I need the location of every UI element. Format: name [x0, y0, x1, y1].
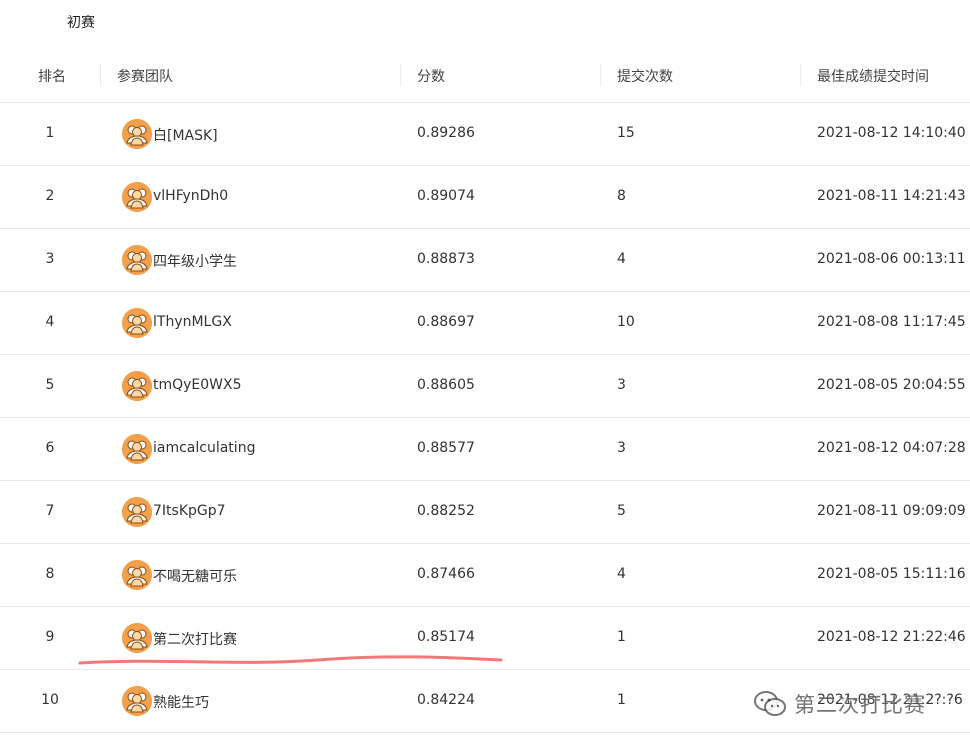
team-avatar — [122, 434, 152, 464]
team-name[interactable]: 白[MASK] — [153, 125, 218, 145]
score-cell: 0.88873 — [417, 251, 475, 267]
best-time-cell: 2021-08-12 04:07:28 — [817, 440, 966, 456]
table-row: 3 四年级小学生 0.88873 4 2021-08-06 00:13:11 — [0, 229, 970, 292]
column-divider — [400, 64, 401, 86]
table-row: 5 tmQyE0WX5 0.88605 3 2021-08-05 20:04:5… — [0, 355, 970, 418]
team-name[interactable]: 7ItsKpGp7 — [153, 503, 226, 519]
leaderboard-table: 排名 参赛团队 分数 提交次数 最佳成绩提交时间 1 白[MASK] 0.892… — [0, 50, 970, 733]
submissions-cell: 8 — [617, 188, 626, 204]
rank-cell: 10 — [41, 692, 59, 708]
best-time-cell: 2021-08-12 14:10:40 — [817, 125, 966, 141]
submissions-cell: 5 — [617, 503, 626, 519]
table-row: 7 7ItsKpGp7 0.88252 5 2021-08-11 09:09:0… — [0, 481, 970, 544]
watermark-text: 第二次打比赛 — [794, 693, 926, 717]
team-name[interactable]: tmQyE0WX5 — [153, 377, 242, 393]
score-cell: 0.89074 — [417, 188, 475, 204]
table-header: 排名 参赛团队 分数 提交次数 最佳成绩提交时间 — [0, 50, 970, 103]
submissions-cell: 1 — [617, 692, 626, 708]
submissions-cell: 3 — [617, 440, 626, 456]
rank-cell: 1 — [45, 125, 55, 141]
team-avatar — [122, 119, 152, 149]
user-group-icon — [122, 182, 152, 212]
user-group-icon — [122, 686, 152, 716]
user-group-icon — [122, 560, 152, 590]
team-avatar — [122, 245, 152, 275]
team-avatar — [122, 560, 152, 590]
submissions-cell: 4 — [617, 566, 626, 582]
column-header-team: 参赛团队 — [117, 69, 173, 85]
wechat-icon — [754, 691, 786, 716]
table-row: 8 不喝无糖可乐 0.87466 4 2021-08-05 15:11:16 — [0, 544, 970, 607]
best-time-cell: 2021-08-11 14:21:43 — [817, 188, 966, 204]
column-header-score: 分数 — [417, 69, 445, 85]
score-cell: 0.87466 — [417, 566, 475, 582]
submissions-cell: 10 — [617, 314, 635, 330]
table-body: 1 白[MASK] 0.89286 15 2021-08-12 14:10:40… — [0, 103, 970, 733]
submissions-cell: 1 — [617, 629, 626, 645]
best-time-cell: 2021-08-06 00:13:11 — [817, 251, 966, 267]
team-avatar — [122, 182, 152, 212]
column-divider — [600, 64, 601, 86]
rank-cell: 4 — [45, 314, 55, 330]
best-time-cell: 2021-08-12 21:22:46 — [817, 629, 966, 645]
submissions-cell: 3 — [617, 377, 626, 393]
team-avatar — [122, 497, 152, 527]
best-time-cell: 2021-08-05 15:11:16 — [817, 566, 966, 582]
best-time-cell: 2021-08-08 11:17:45 — [817, 314, 966, 330]
team-avatar — [122, 308, 152, 338]
user-group-icon — [122, 371, 152, 401]
rank-cell: 9 — [45, 629, 55, 645]
score-cell: 0.88577 — [417, 440, 475, 456]
score-cell: 0.85174 — [417, 629, 475, 645]
score-cell: 0.88605 — [417, 377, 475, 393]
table-row: 4 lThynMLGX 0.88697 10 2021-08-08 11:17:… — [0, 292, 970, 355]
table-row: 6 iamcalculating 0.88577 3 2021-08-12 04… — [0, 418, 970, 481]
team-name[interactable]: iamcalculating — [153, 440, 255, 456]
column-header-submissions: 提交次数 — [617, 69, 673, 85]
team-avatar — [122, 623, 152, 653]
user-group-icon — [122, 434, 152, 464]
team-name[interactable]: 第二次打比赛 — [153, 629, 237, 649]
column-header-best-time: 最佳成绩提交时间 — [817, 69, 929, 85]
score-cell: 0.84224 — [417, 692, 475, 708]
team-name[interactable]: lThynMLGX — [153, 314, 232, 330]
rank-cell: 5 — [45, 377, 55, 393]
rank-cell: 3 — [45, 251, 55, 267]
team-name[interactable]: 熟能生巧 — [153, 692, 209, 712]
team-avatar — [122, 371, 152, 401]
highlight-underline — [78, 655, 503, 665]
user-group-icon — [122, 119, 152, 149]
user-group-icon — [122, 497, 152, 527]
score-cell: 0.88697 — [417, 314, 475, 330]
user-group-icon — [122, 308, 152, 338]
table-row: 1 白[MASK] 0.89286 15 2021-08-12 14:10:40 — [0, 103, 970, 166]
column-divider — [800, 64, 801, 86]
rank-cell: 8 — [45, 566, 55, 582]
team-name[interactable]: vlHFynDh0 — [153, 188, 228, 204]
score-cell: 0.88252 — [417, 503, 475, 519]
submissions-cell: 4 — [617, 251, 626, 267]
user-group-icon — [122, 245, 152, 275]
team-avatar — [122, 686, 152, 716]
score-cell: 0.89286 — [417, 125, 475, 141]
team-name[interactable]: 四年级小学生 — [153, 251, 237, 271]
table-row: 2 vlHFynDh0 0.89074 8 2021-08-11 14:21:4… — [0, 166, 970, 229]
team-name[interactable]: 不喝无糖可乐 — [153, 566, 237, 586]
user-group-icon — [122, 623, 152, 653]
stage-tab-preliminary[interactable]: 初赛 — [67, 12, 95, 32]
rank-cell: 6 — [45, 440, 55, 456]
rank-cell: 7 — [45, 503, 55, 519]
watermark: 第二次打比赛 — [752, 686, 970, 722]
submissions-cell: 15 — [617, 125, 635, 141]
best-time-cell: 2021-08-05 20:04:55 — [817, 377, 966, 393]
column-header-rank: 排名 — [38, 69, 66, 85]
best-time-cell: 2021-08-11 09:09:09 — [817, 503, 966, 519]
column-divider — [100, 64, 101, 86]
rank-cell: 2 — [45, 188, 55, 204]
